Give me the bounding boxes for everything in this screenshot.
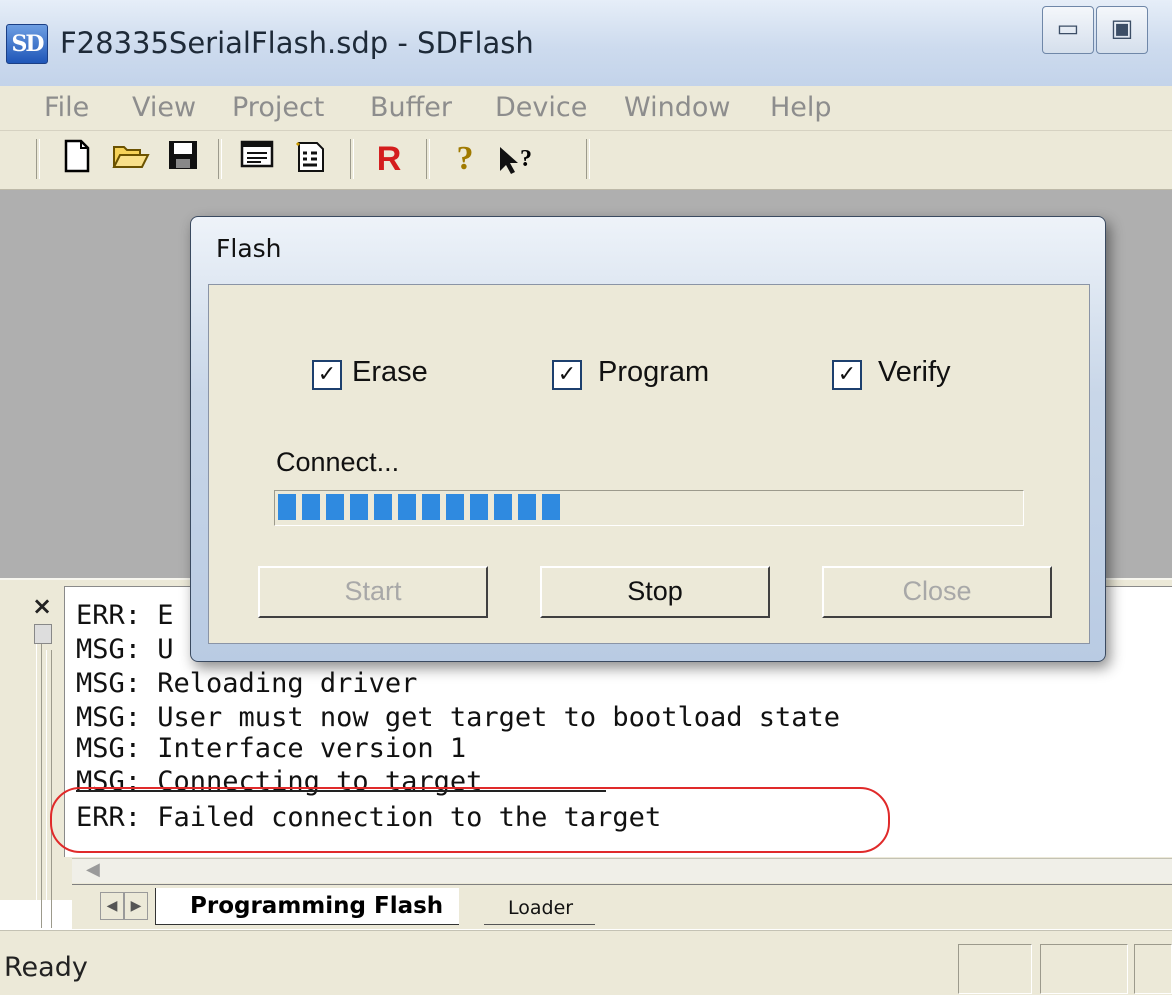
- progress-segment: [518, 494, 536, 520]
- pin-icon[interactable]: [34, 624, 52, 644]
- status-panel: [1040, 944, 1128, 994]
- checkmark-icon: ✓: [557, 362, 577, 387]
- reset-button[interactable]: R: [368, 139, 410, 179]
- menu-window[interactable]: Window: [624, 86, 730, 130]
- horizontal-scrollbar[interactable]: [72, 858, 1172, 883]
- binary-file-icon: [295, 141, 324, 172]
- toolbar-separator: [36, 139, 40, 179]
- status-panel: [1134, 944, 1172, 994]
- log-line: ERR: E: [76, 600, 174, 631]
- dialog-title: Flash: [216, 234, 282, 263]
- close-button[interactable]: Close: [822, 566, 1052, 618]
- open-button[interactable]: [110, 139, 152, 179]
- program-label[interactable]: Program: [598, 350, 709, 394]
- new-file-icon: [64, 139, 90, 173]
- toolbar-separator: [218, 139, 222, 179]
- log-line: MSG: U: [76, 634, 174, 665]
- open-folder-icon: [112, 146, 150, 168]
- app-icon: SD: [6, 24, 48, 64]
- list-view-button[interactable]: [236, 139, 278, 179]
- menu-device[interactable]: Device: [495, 86, 587, 130]
- tab-programming-flash[interactable]: Programming Flash: [155, 888, 460, 925]
- progress-segment: [350, 494, 368, 520]
- save-icon: [169, 141, 197, 169]
- pane-grip[interactable]: [36, 638, 42, 928]
- reset-icon: R: [376, 140, 402, 178]
- progress-label: Connect...: [276, 447, 400, 477]
- help-button[interactable]: ?: [444, 139, 486, 179]
- maximize-icon: ▣: [1110, 14, 1134, 42]
- minimize-button[interactable]: ▭: [1042, 6, 1094, 54]
- progress-segment: [302, 494, 320, 520]
- progress-segment: [470, 494, 488, 520]
- left-arrow-icon: ◀: [106, 898, 118, 914]
- pane-grip[interactable]: [46, 650, 52, 928]
- start-button[interactable]: Start: [258, 566, 488, 618]
- binary-file-button[interactable]: [290, 139, 332, 179]
- window-title: F28335SerialFlash.sdp - SDFlash: [60, 26, 534, 60]
- maximize-button[interactable]: ▣: [1096, 6, 1148, 54]
- toolbar-separator: [426, 139, 430, 179]
- menu-buffer[interactable]: Buffer: [370, 86, 452, 130]
- progress-segment: [326, 494, 344, 520]
- new-file-button[interactable]: [56, 139, 98, 179]
- erase-label[interactable]: Erase: [352, 350, 428, 394]
- verify-label[interactable]: Verify: [878, 350, 951, 394]
- verify-checkbox[interactable]: ✓: [832, 360, 862, 390]
- status-panel: [958, 944, 1032, 994]
- progress-segment: [422, 494, 440, 520]
- log-line: MSG: User must now get target to bootloa…: [76, 702, 841, 733]
- progress-segment: [374, 494, 392, 520]
- list-view-icon: [240, 140, 274, 168]
- toolbar-separator: [350, 139, 354, 179]
- context-help-button[interactable]: ?: [494, 139, 536, 179]
- progress-segment: [542, 494, 560, 520]
- toolbar-separator: [586, 139, 590, 179]
- erase-checkbox[interactable]: ✓: [312, 360, 342, 390]
- log-line: MSG: Reloading driver: [76, 668, 418, 699]
- error-highlight-circle: [50, 787, 890, 853]
- menu-view[interactable]: View: [132, 86, 196, 130]
- progress-segment: [446, 494, 464, 520]
- right-arrow-icon: ▶: [130, 898, 142, 914]
- scroll-left-icon[interactable]: ◀: [86, 858, 100, 882]
- menu-file[interactable]: File: [44, 86, 89, 130]
- progress-segment: [398, 494, 416, 520]
- progress-segment: [278, 494, 296, 520]
- context-help-icon: ?: [498, 141, 532, 176]
- log-line: MSG: Interface version 1: [76, 733, 467, 764]
- save-button[interactable]: [162, 139, 204, 179]
- checkmark-icon: ✓: [317, 362, 337, 387]
- stop-button[interactable]: Stop: [540, 566, 770, 618]
- tab-loader[interactable]: Loader: [484, 892, 596, 925]
- minimize-icon: ▭: [1056, 14, 1080, 42]
- progress-segment: [494, 494, 512, 520]
- menu-project[interactable]: Project: [232, 86, 324, 130]
- tab-scroll-left-button[interactable]: ◀: [100, 892, 124, 920]
- context-help-question-mark: ?: [520, 146, 532, 172]
- help-icon: ?: [456, 140, 474, 177]
- checkmark-icon: ✓: [837, 362, 857, 387]
- menu-help[interactable]: Help: [770, 86, 832, 130]
- tab-scroll-right-button[interactable]: ▶: [124, 892, 148, 920]
- program-checkbox[interactable]: ✓: [552, 360, 582, 390]
- close-icon[interactable]: ×: [32, 594, 52, 618]
- status-text: Ready: [4, 952, 88, 983]
